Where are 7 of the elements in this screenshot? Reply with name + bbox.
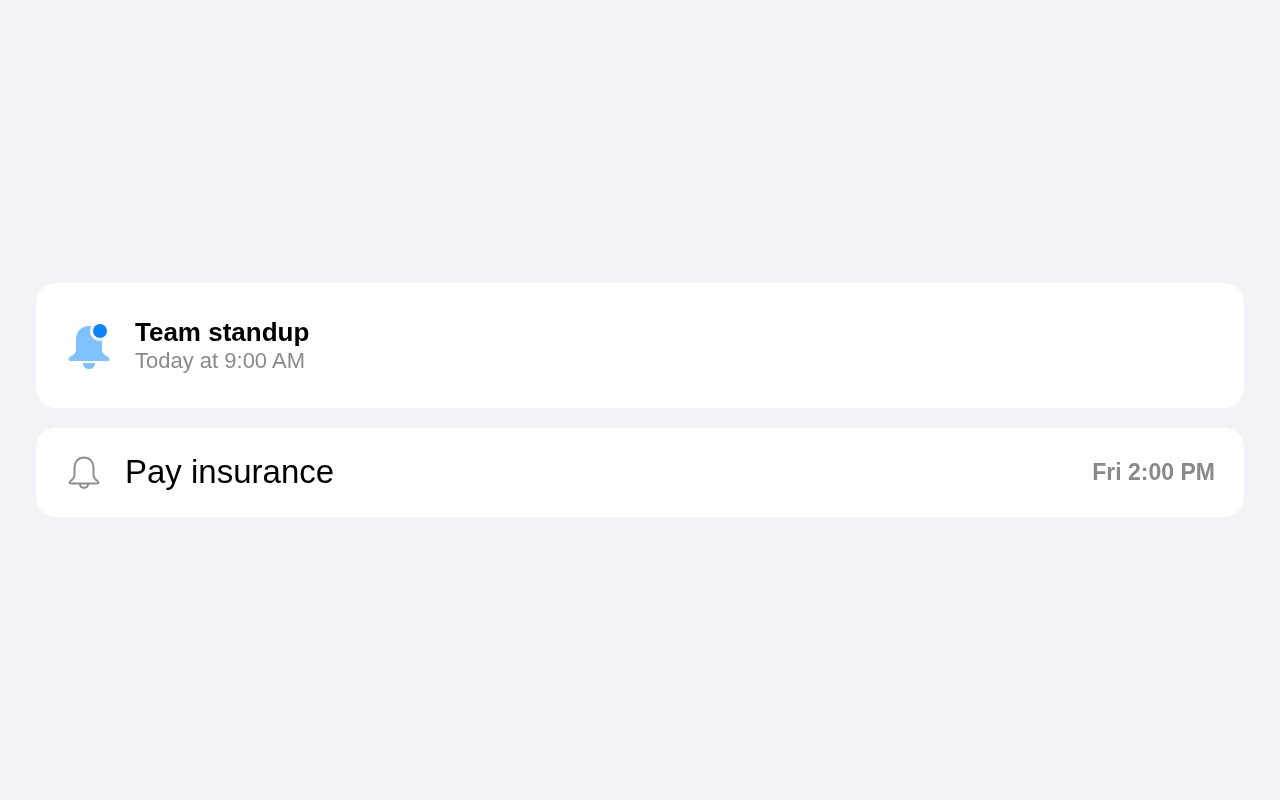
reminder-time: Fri 2:00 PM	[1092, 458, 1215, 486]
reminder-date: Today at 9:00 AM	[135, 347, 306, 374]
reminder-title: Team standup	[135, 317, 311, 347]
reminder-card[interactable]: Pay insurance Fri 2:00 PM	[36, 428, 1244, 517]
reminder-card[interactable]: Team standup Today at 9:00 AM	[36, 283, 1244, 408]
bell-icon	[68, 455, 100, 489]
reminder-title: Pay insurance	[125, 453, 336, 491]
